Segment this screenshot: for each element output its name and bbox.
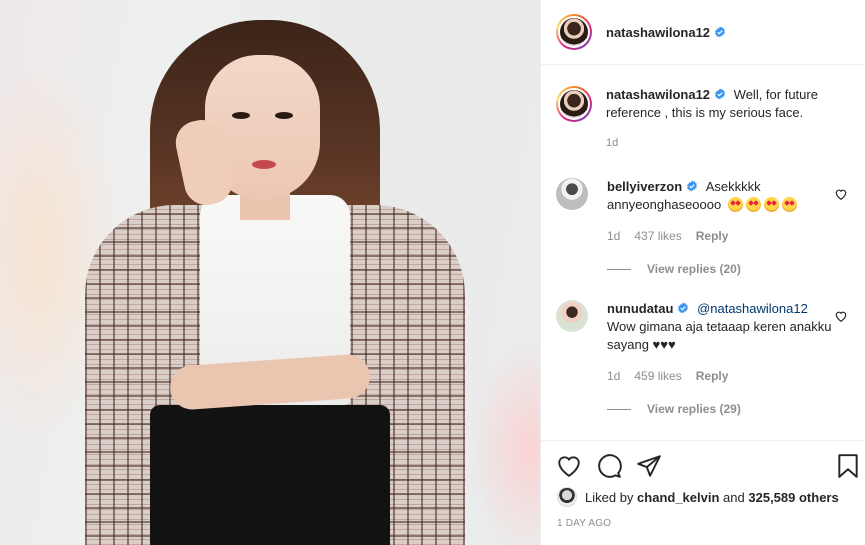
author-avatar[interactable]: [556, 14, 592, 50]
post-caption: natashawilona12 Well, for future referen…: [556, 86, 851, 152]
commenter-avatar[interactable]: [556, 300, 588, 332]
save-icon[interactable]: [835, 453, 861, 479]
comment-icon[interactable]: [596, 453, 622, 479]
comment-mention-link[interactable]: @natashawilona12: [697, 301, 808, 316]
view-replies-button[interactable]: View replies (29): [607, 402, 741, 416]
liked-by-user[interactable]: chand_kelvin: [637, 490, 719, 505]
comment-like-heart-icon[interactable]: [834, 187, 848, 201]
comment-meta: 1d 437 likes Reply: [607, 229, 742, 243]
star-struck-emoji-icon: [763, 197, 779, 212]
likes-summary: Liked by chand_kelvin and 325,589 others: [557, 487, 839, 507]
reply-button[interactable]: Reply: [696, 229, 729, 243]
reply-button[interactable]: Reply: [696, 369, 729, 383]
view-replies-button[interactable]: View replies (20): [607, 262, 741, 276]
post-actions: Liked by chand_kelvin and 325,589 others…: [541, 440, 865, 545]
heart-icon[interactable]: [556, 453, 582, 479]
caption-avatar[interactable]: [556, 86, 592, 122]
photo-eye-right: [275, 112, 293, 119]
liked-by-count[interactable]: 325,589 others: [748, 490, 838, 505]
commenter-username[interactable]: bellyiverzon: [607, 179, 682, 194]
caption-time[interactable]: 1d: [606, 134, 846, 152]
post-timestamp[interactable]: 1 DAY AGO: [557, 518, 611, 529]
star-struck-emoji-icon: [745, 197, 761, 212]
post-photo[interactable]: [0, 0, 540, 545]
comment-likes[interactable]: 437 likes: [634, 229, 681, 243]
verified-badge-icon: [715, 88, 725, 100]
liked-by-and: and: [723, 489, 745, 505]
comment-meta: 1d 459 likes Reply: [607, 369, 742, 383]
verified-badge-icon: [678, 302, 689, 314]
verified-badge-icon: [687, 180, 698, 192]
comments-list[interactable]: natashawilona12 Well, for future referen…: [541, 66, 865, 440]
photo-eye-left: [232, 112, 250, 119]
commenter-username[interactable]: nunudatau: [607, 301, 673, 316]
comment-like-heart-icon[interactable]: [834, 309, 848, 323]
post-side-panel: natashawilona12 natashawilona12 Well, fo…: [540, 0, 865, 545]
view-replies-label: View replies (20): [647, 262, 741, 276]
comment-text: Wow gimana aja tetaaap keren anakku saya…: [607, 319, 832, 352]
photo-skirt: [150, 405, 390, 545]
author-username[interactable]: natashawilona12: [606, 25, 710, 40]
comment-time[interactable]: 1d: [607, 369, 620, 383]
liker-avatar[interactable]: [557, 487, 577, 507]
photo-lips: [252, 160, 276, 169]
light-glow-right: [470, 340, 540, 545]
star-struck-emoji-icon: [781, 197, 797, 212]
commenter-avatar[interactable]: [556, 178, 588, 210]
liked-by-prefix: Liked by: [585, 489, 634, 505]
star-struck-emoji-icon: [727, 197, 743, 212]
verified-badge-icon: [715, 26, 725, 38]
caption-username[interactable]: natashawilona12: [606, 87, 710, 102]
share-icon[interactable]: [636, 453, 662, 479]
comment-time[interactable]: 1d: [607, 229, 620, 243]
view-replies-label: View replies (29): [647, 402, 741, 416]
comment-likes[interactable]: 459 likes: [634, 369, 681, 383]
post-header: natashawilona12: [541, 0, 865, 65]
